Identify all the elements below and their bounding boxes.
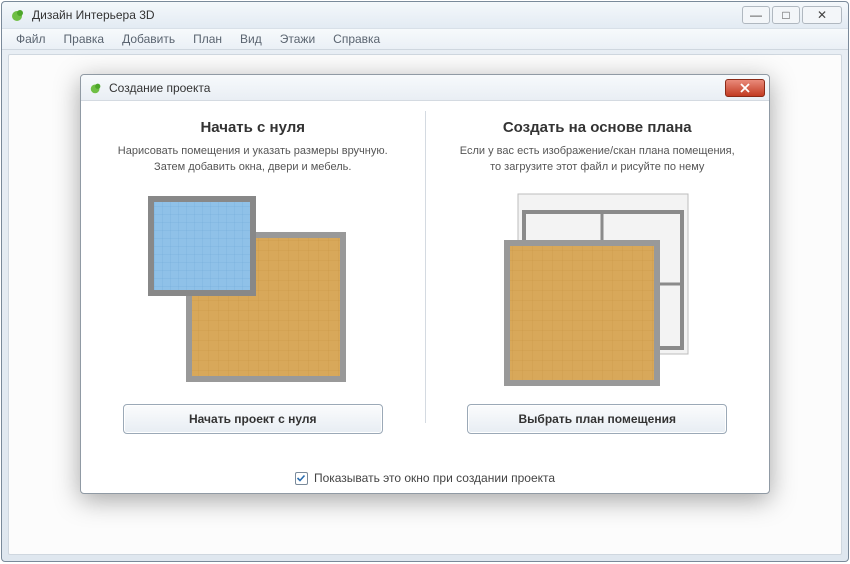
heading-from-scratch: Начать с нуля bbox=[200, 119, 305, 136]
dialog-body: Начать с нуля Нарисовать помещения и ука… bbox=[81, 101, 769, 463]
app-icon bbox=[10, 7, 26, 23]
menu-help[interactable]: Справка bbox=[325, 30, 388, 48]
panel-from-scratch: Начать с нуля Нарисовать помещения и ука… bbox=[81, 101, 425, 463]
window-controls: — □ ✕ bbox=[742, 6, 842, 24]
menu-edit[interactable]: Правка bbox=[56, 30, 113, 48]
maximize-button[interactable]: □ bbox=[772, 6, 800, 24]
show-on-create-checkbox[interactable] bbox=[295, 472, 308, 485]
desc-from-scratch: Нарисовать помещения и указать размеры в… bbox=[118, 144, 388, 176]
close-icon bbox=[740, 83, 750, 93]
menubar: Файл Правка Добавить План Вид Этажи Спра… bbox=[2, 28, 848, 50]
app-title: Дизайн Интерьера 3D bbox=[32, 8, 742, 22]
create-project-dialog: Создание проекта Начать с нуля Нарисоват… bbox=[80, 74, 770, 494]
dialog-title: Создание проекта bbox=[109, 81, 725, 95]
desc-from-plan: Если у вас есть изображение/скан плана п… bbox=[460, 144, 735, 176]
panel-from-plan: Создать на основе плана Если у вас есть … bbox=[426, 101, 770, 463]
menu-file[interactable]: Файл bbox=[8, 30, 54, 48]
dialog-titlebar: Создание проекта bbox=[81, 75, 769, 101]
titlebar: Дизайн Интерьера 3D — □ ✕ bbox=[2, 2, 848, 28]
heading-from-plan: Создать на основе плана bbox=[503, 119, 692, 136]
close-button[interactable]: ✕ bbox=[802, 6, 842, 24]
menu-view[interactable]: Вид bbox=[232, 30, 270, 48]
check-icon bbox=[296, 473, 306, 483]
choose-plan-button[interactable]: Выбрать план помещения bbox=[467, 404, 727, 434]
minimize-button[interactable]: — bbox=[742, 6, 770, 24]
start-from-scratch-button[interactable]: Начать проект с нуля bbox=[123, 404, 383, 434]
illustration-from-plan bbox=[482, 190, 712, 390]
dialog-close-button[interactable] bbox=[725, 79, 765, 97]
menu-plan[interactable]: План bbox=[185, 30, 230, 48]
menu-add[interactable]: Добавить bbox=[114, 30, 183, 48]
illustration-from-scratch bbox=[138, 190, 368, 390]
dialog-icon bbox=[89, 81, 103, 95]
app-window: Дизайн Интерьера 3D — □ ✕ Файл Правка До… bbox=[1, 1, 849, 562]
menu-floors[interactable]: Этажи bbox=[272, 30, 323, 48]
show-on-create-label: Показывать это окно при создании проекта bbox=[314, 471, 555, 485]
dialog-footer: Показывать это окно при создании проекта bbox=[81, 463, 769, 493]
